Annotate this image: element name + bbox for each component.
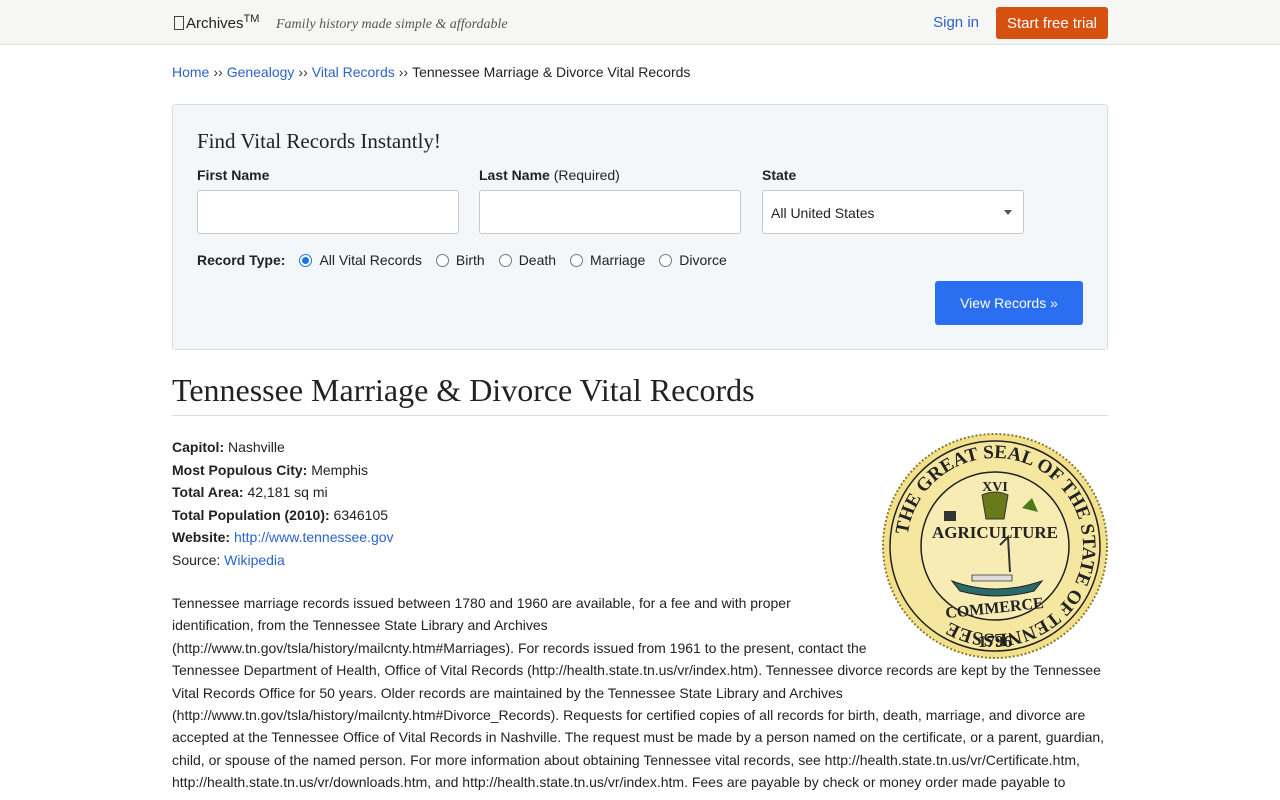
- fact-label: Source:: [172, 551, 221, 568]
- radio-button[interactable]: [435, 253, 449, 267]
- cargo-icon: [971, 574, 1013, 582]
- breadcrumb-genealogy[interactable]: Genealogy: [227, 64, 295, 80]
- wikipedia-link[interactable]: Wikipedia: [224, 552, 285, 568]
- plow-icon: [944, 511, 956, 521]
- logo-text: Archives: [186, 15, 244, 32]
- radio-button-checked[interactable]: [299, 253, 313, 267]
- last-name-label-text: Last Name: [479, 167, 550, 183]
- breadcrumb-separator: ››: [298, 64, 308, 80]
- search-panel-title: Find Vital Records Instantly!: [197, 129, 441, 153]
- signin-link[interactable]: Sign in: [933, 14, 979, 31]
- chevron-down-icon: [1004, 210, 1012, 215]
- fact-label: Total Population (2010):: [172, 506, 330, 523]
- logo-trademark: TM: [243, 13, 260, 25]
- breadcrumb-current: Tennessee Marriage & Divorce Vital Recor…: [412, 64, 691, 80]
- tennessee-state-seal: THE GREAT SEAL OF THE STATE OF TENNESSEE…: [882, 433, 1108, 659]
- state-select-value: All United States: [771, 205, 875, 221]
- main-content: Home ›› Genealogy ›› Vital Records ›› Tennesse…: [172, 45, 1108, 800]
- radio-marriage[interactable]: Marriage: [570, 252, 645, 268]
- first-name-label: First Name: [197, 167, 270, 183]
- breadcrumb-vital-records[interactable]: Vital Records: [312, 64, 395, 80]
- fact-value: 6346105: [333, 506, 389, 523]
- seal-top-word: AGRICULTURE: [932, 523, 1058, 542]
- start-free-trial-button[interactable]: Start free trial: [996, 7, 1108, 39]
- state-label: State: [762, 167, 797, 183]
- last-name-input[interactable]: [479, 190, 741, 234]
- state-select[interactable]: All United States: [762, 190, 1024, 234]
- radio-label: Marriage: [590, 252, 646, 268]
- fact-label: Capitol:: [172, 439, 225, 455]
- site-logo[interactable]: ArchivesTM: [174, 13, 259, 32]
- fact-label: Most Populous City:: [172, 461, 308, 478]
- fact-value: Memphis: [311, 461, 369, 478]
- fact-value: 42,181 sq mi: [247, 484, 328, 500]
- radio-divorce[interactable]: Divorce: [659, 252, 727, 268]
- radio-button[interactable]: [570, 253, 584, 267]
- breadcrumb: Home ›› Genealogy ›› Vital Records ›› Tennesse…: [172, 45, 1108, 104]
- radio-label: All Vital Records: [319, 252, 422, 268]
- breadcrumb-separator: ››: [213, 64, 223, 80]
- breadcrumb-separator: ››: [398, 64, 409, 80]
- top-navbar: ArchivesTM Family history made simple & …: [0, 0, 1280, 45]
- breadcrumb-home[interactable]: Home: [172, 64, 209, 80]
- wheat-sheaf-icon: [981, 491, 1009, 520]
- search-panel: Find Vital Records Instantly! First Name…: [172, 104, 1108, 350]
- record-type-label: Record Type:: [197, 252, 286, 268]
- fact-value: Nashville: [228, 439, 285, 455]
- fact-label: Total Area:: [172, 484, 244, 500]
- record-type-group: Record Type: All Vital Records Birth Dea…: [197, 250, 741, 270]
- fact-label: Website:: [172, 529, 231, 545]
- first-name-input[interactable]: [197, 190, 459, 234]
- page-title: Tennessee Marriage & Divorce Vital Recor…: [172, 372, 1108, 416]
- radio-label: Birth: [455, 252, 485, 268]
- last-name-label: Last Name (Required): [479, 167, 620, 183]
- seal-year: 1796: [978, 632, 1012, 651]
- site-tagline: Family history made simple & affordable: [276, 17, 508, 32]
- website-link[interactable]: http://www.tennessee.gov: [234, 529, 394, 545]
- radio-birth[interactable]: Birth: [435, 252, 485, 268]
- radio-label: Divorce: [679, 252, 727, 268]
- view-records-button[interactable]: View Records »: [935, 281, 1083, 325]
- radio-label: Death: [518, 252, 557, 268]
- radio-button[interactable]: [659, 253, 673, 267]
- required-note: (Required): [553, 167, 620, 183]
- radio-death[interactable]: Death: [498, 252, 557, 268]
- radio-button[interactable]: [498, 253, 512, 267]
- logo-icon: [174, 16, 184, 30]
- radio-all-vital-records[interactable]: All Vital Records: [299, 252, 422, 268]
